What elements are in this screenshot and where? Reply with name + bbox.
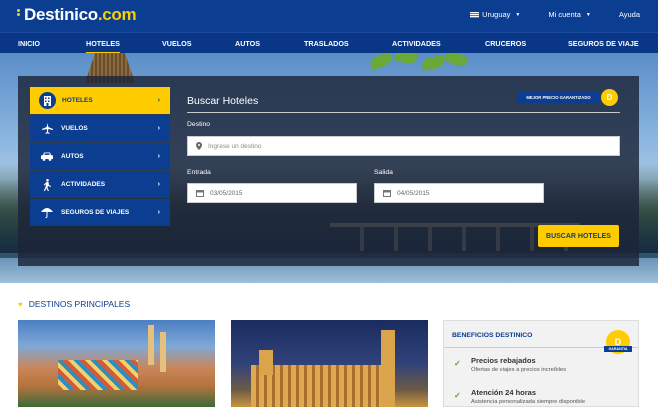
top-links: Uruguay ▼ Mi cuenta ▼ Ayuda: [470, 10, 640, 19]
benefits-box: BENEFICIOS DESTINICO D GARANTIA ✓ Precio…: [443, 320, 639, 407]
nav-actividades[interactable]: ACTIVIDADES: [392, 39, 441, 48]
menu-item-actividades[interactable]: ACTIVIDADES ›: [30, 171, 170, 198]
logo-dots: [17, 9, 23, 17]
nav-inicio[interactable]: INICIO: [18, 39, 40, 48]
chevron-right-icon: ›: [157, 153, 160, 160]
hotel-icon: [39, 92, 56, 109]
account-menu[interactable]: Mi cuenta ▼: [548, 10, 590, 19]
benefits-title: BENEFICIOS DESTINICO: [452, 332, 533, 339]
checkin-date-input[interactable]: 03/05/2015: [187, 183, 357, 203]
nav-seguros[interactable]: SEGUROS DE VIAJE: [568, 39, 639, 48]
destination-input[interactable]: Ingrese un destino: [187, 136, 620, 156]
guarantee-label: GARANTIA: [604, 346, 632, 352]
benefits-header: BENEFICIOS DESTINICO D GARANTIA: [444, 321, 638, 354]
menu-item-hoteles[interactable]: HOTELES ›: [30, 87, 170, 114]
check-icon: ✓: [454, 391, 461, 400]
park-mosaic-image: [58, 360, 138, 390]
form-divider: [187, 112, 620, 113]
chevron-right-icon: ›: [157, 209, 160, 216]
menu-item-autos[interactable]: AUTOS ›: [30, 143, 170, 170]
destination-card-london[interactable]: [231, 320, 428, 407]
checkout-date-input[interactable]: 04/05/2015: [374, 183, 544, 203]
calendar-icon: [196, 189, 204, 197]
checkin-label: Entrada: [187, 169, 211, 176]
menu-item-seguros[interactable]: SEGUROS DE VIAJES ›: [30, 199, 170, 226]
top-bar: Destinico.com Uruguay ▼ Mi cuenta ▼ Ayuda: [0, 0, 658, 32]
location-pin-icon: [196, 142, 202, 150]
chevron-right-icon: ›: [157, 125, 160, 132]
plane-icon: [39, 121, 55, 137]
big-ben-image: [381, 330, 395, 407]
site-logo[interactable]: Destinico.com: [17, 5, 137, 25]
nav-autos[interactable]: AUTOS: [235, 39, 260, 48]
umbrella-icon: [39, 205, 55, 221]
chevron-down-icon: ▼: [585, 11, 591, 18]
search-hotels-button[interactable]: BUSCAR HOTELES: [538, 225, 619, 247]
destinico-coin-icon: D: [601, 89, 618, 106]
search-form-title: Buscar Hoteles: [187, 95, 259, 107]
chevron-right-icon: ›: [157, 97, 160, 104]
spire-image: [148, 325, 154, 365]
nav-hoteles[interactable]: HOTELES: [86, 39, 120, 54]
country-selector[interactable]: Uruguay ▼: [470, 10, 520, 19]
calendar-icon: [383, 189, 391, 197]
destination-card-barcelona[interactable]: [18, 320, 215, 407]
help-link[interactable]: Ayuda: [619, 10, 640, 19]
heart-icon: ♥: [18, 299, 23, 309]
destination-label: Destino: [187, 121, 211, 128]
walker-icon: [39, 177, 55, 193]
chevron-down-icon: ▼: [515, 11, 521, 18]
main-nav: INICIO HOTELES VUELOS AUTOS TRASLADOS AC…: [0, 32, 658, 54]
spire-image: [160, 332, 166, 372]
destinations-section-title: ♥ DESTINOS PRINCIPALES: [18, 299, 131, 309]
nav-cruceros[interactable]: CRUCEROS: [485, 39, 526, 48]
product-menu: HOTELES › VUELOS › AUTOS › ACTIVIDADES ›…: [30, 87, 170, 227]
leaves-image: [360, 53, 470, 78]
car-icon: [39, 149, 55, 165]
nav-traslados[interactable]: TRASLADOS: [304, 39, 349, 48]
menu-item-vuelos[interactable]: VUELOS ›: [30, 115, 170, 142]
nav-vuelos[interactable]: VUELOS: [162, 39, 192, 48]
tower-image: [259, 350, 273, 375]
uruguay-flag-icon: [470, 11, 480, 18]
checkout-label: Salida: [374, 169, 393, 176]
check-icon: ✓: [454, 359, 461, 368]
best-price-badge: MEJOR PRECIO GARANTIZADO: [517, 91, 600, 103]
chevron-right-icon: ›: [157, 181, 160, 188]
